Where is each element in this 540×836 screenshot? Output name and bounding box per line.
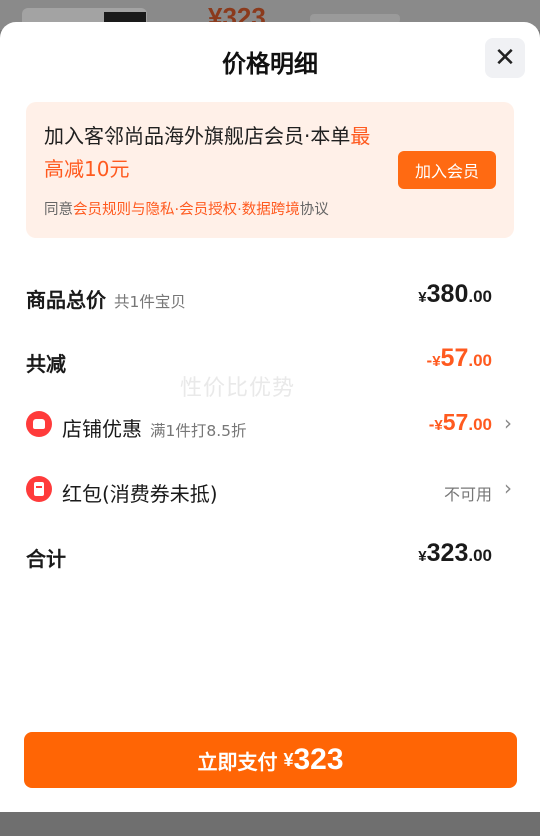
agreement-suffix: 协议: [299, 202, 329, 218]
join-membership-button[interactable]: 加入会员: [398, 151, 496, 189]
row-red-packet[interactable]: 红包(消费券未抵) 不可用 ›: [26, 472, 514, 512]
goods-total-amount: ¥380.00: [418, 280, 492, 309]
row-sum: 合计 ¥323.00: [26, 537, 514, 577]
bottom-system-bar: [0, 812, 540, 836]
currency-symbol: ¥: [434, 417, 443, 434]
price-detail-sheet: 价格明细 ✕ 加入客邻尚品海外旗舰店会员·本单最高减10元 加入会员 同意会员规…: [0, 22, 540, 812]
store-offer-label: 店铺优惠: [62, 417, 142, 441]
close-button[interactable]: ✕: [485, 38, 525, 78]
amount-decimal: .00: [468, 287, 492, 306]
chevron-right-icon: ›: [504, 411, 512, 435]
currency-symbol: ¥: [418, 548, 427, 565]
red-packet-status: 不可用: [444, 481, 492, 505]
total-discount-amount: -¥57.00: [427, 344, 492, 373]
agreement-text: 同意会员规则与隐私·会员授权·数据跨境协议: [44, 198, 329, 219]
row-store-offer[interactable]: 店铺优惠 满1件打8.5折 -¥57.00 ›: [26, 407, 514, 447]
close-icon: ✕: [494, 43, 516, 73]
item-count: 共1件宝贝: [114, 293, 186, 311]
link-member-authorization[interactable]: 会员授权: [179, 202, 237, 218]
promo-text-main: 加入客邻尚品海外旗舰店会员·本单: [44, 124, 351, 148]
chevron-right-icon: ›: [504, 476, 512, 500]
amount-integer: 380: [426, 280, 469, 308]
amount-integer: 57: [440, 344, 469, 372]
red-packet-status-text: 不可用: [443, 485, 492, 504]
promo-text: 加入客邻尚品海外旗舰店会员·本单最高减10元: [44, 120, 374, 186]
link-member-rules-privacy[interactable]: 会员规则与隐私: [73, 202, 175, 218]
pay-amount: 323: [293, 743, 344, 776]
agreement-prefix: 同意: [44, 202, 73, 218]
store-icon: [26, 411, 52, 437]
sheet-title: 价格明细: [222, 50, 318, 78]
sum-label: 合计: [26, 547, 66, 571]
pay-now-label: 立即支付: [197, 749, 278, 774]
row-label: 商品总价 共1件宝贝: [26, 284, 186, 313]
currency-symbol: ¥: [418, 289, 427, 306]
pay-currency: ¥: [283, 749, 294, 770]
red-packet-label: 红包(消费券未抵): [62, 482, 218, 506]
amount-decimal: .00: [468, 415, 492, 434]
amount-decimal: .00: [468, 546, 492, 565]
total-discount-label: 共减: [26, 352, 66, 376]
store-offer-amount: -¥57.00: [429, 409, 492, 436]
watermark-text: 性价比优势: [180, 376, 296, 401]
amount-integer: 57: [442, 409, 469, 435]
link-data-crossborder[interactable]: 数据跨境: [242, 202, 300, 218]
red-packet-icon: [26, 476, 52, 502]
row-label: 店铺优惠 满1件打8.5折: [62, 413, 247, 442]
store-offer-rule: 满1件打8.5折: [150, 422, 247, 440]
currency-symbol: ¥: [432, 353, 441, 370]
pay-now-button[interactable]: 立即支付 ¥ 323: [24, 732, 517, 788]
sum-amount: ¥323.00: [418, 539, 492, 568]
membership-promo-card: 加入客邻尚品海外旗舰店会员·本单最高减10元 加入会员 同意会员规则与隐私·会员…: [26, 102, 514, 238]
row-goods-total: 商品总价 共1件宝贝 ¥380.00: [26, 278, 514, 318]
amount-decimal: .00: [468, 351, 492, 370]
amount-integer: 323: [426, 539, 469, 567]
goods-total-label: 商品总价: [26, 288, 106, 312]
